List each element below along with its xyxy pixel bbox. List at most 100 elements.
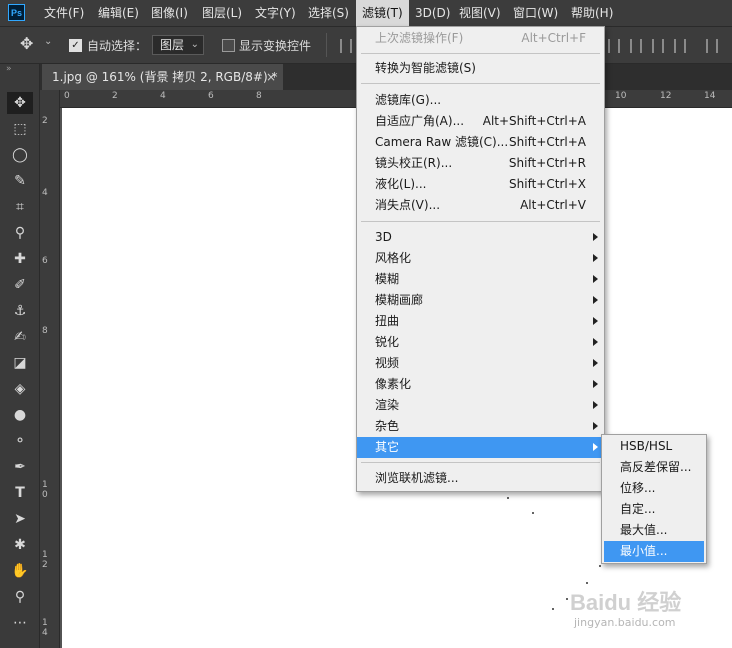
submenu-item-label: 自定... bbox=[620, 502, 656, 516]
ruler-tick-label: 8 bbox=[42, 326, 48, 336]
close-icon[interactable]: × bbox=[264, 64, 278, 90]
menu-view[interactable]: 视图(V) bbox=[453, 0, 507, 26]
menu-item-label: 模糊 bbox=[375, 272, 400, 286]
canvas-speck bbox=[566, 598, 568, 600]
menu-image[interactable]: 图像(I) bbox=[145, 0, 194, 26]
menu-item-liquify[interactable]: 液化(L)... Shift+Ctrl+X bbox=[357, 174, 604, 195]
eraser-tool-icon[interactable]: ◪ bbox=[7, 352, 33, 374]
menu-select[interactable]: 选择(S) bbox=[302, 0, 355, 26]
menu-item-label: 视频 bbox=[375, 356, 400, 370]
menu-item-other[interactable]: 其它 bbox=[357, 437, 604, 458]
align-top-icon[interactable] bbox=[340, 39, 352, 53]
menu-item-browse-online-filters[interactable]: 浏览联机滤镜... bbox=[357, 468, 604, 489]
shape-tool-icon[interactable]: ✱ bbox=[7, 534, 33, 556]
menu-item-sharpen[interactable]: 锐化 bbox=[357, 332, 604, 353]
auto-select-target-select[interactable]: 图层 ⌄ bbox=[152, 35, 204, 55]
align-icon[interactable] bbox=[652, 39, 664, 53]
submenu-arrow-icon bbox=[593, 254, 598, 262]
move-tool-icon[interactable]: ✥ bbox=[20, 34, 33, 53]
menu-item-blur[interactable]: 模糊 bbox=[357, 269, 604, 290]
menu-item-label: 风格化 bbox=[375, 251, 412, 265]
menu-item-stylize[interactable]: 风格化 bbox=[357, 248, 604, 269]
blur-tool-icon[interactable]: ● bbox=[7, 404, 33, 426]
auto-select-checkbox[interactable] bbox=[69, 39, 82, 52]
menu-item-label: 滤镜库(G)... bbox=[375, 93, 442, 107]
eyedropper-tool-icon[interactable]: ⚲ bbox=[7, 222, 33, 244]
submenu-item-hsb-hsl[interactable]: HSB/HSL bbox=[602, 436, 706, 457]
crop-tool-icon[interactable]: ⌗ bbox=[7, 196, 33, 218]
menu-item-distort[interactable]: 扭曲 bbox=[357, 311, 604, 332]
menu-item-3d[interactable]: 3D bbox=[357, 227, 604, 248]
ruler-tick-label: 14 bbox=[42, 618, 48, 638]
hand-tool-icon[interactable]: ✋ bbox=[7, 560, 33, 582]
menu-item-render[interactable]: 渲染 bbox=[357, 395, 604, 416]
menu-item-blur-gallery[interactable]: 模糊画廊 bbox=[357, 290, 604, 311]
menu-separator bbox=[361, 53, 600, 54]
quick-select-tool-icon[interactable]: ✎ bbox=[7, 170, 33, 192]
menu-item-filter-gallery[interactable]: 滤镜库(G)... bbox=[357, 90, 604, 111]
photoshop-logo-icon[interactable]: Ps bbox=[8, 4, 25, 21]
distribute-icon[interactable] bbox=[706, 39, 718, 53]
menu-item-last-filter: 上次滤镜操作(F) Alt+Ctrl+F bbox=[357, 28, 604, 49]
healing-brush-tool-icon[interactable]: ✚ bbox=[7, 248, 33, 270]
submenu-item-high-pass[interactable]: 高反差保留... bbox=[602, 457, 706, 478]
menu-help[interactable]: 帮助(H) bbox=[565, 0, 619, 26]
menu-separator bbox=[361, 462, 600, 463]
move-tool-icon[interactable]: ✥ bbox=[7, 92, 33, 114]
collapse-panel-icon[interactable]: » bbox=[6, 64, 12, 74]
ruler-tick-label: 0 bbox=[64, 91, 70, 101]
document-tab[interactable]: 1.jpg @ 161% (背景 拷贝 2, RGB/8#) * bbox=[42, 64, 283, 90]
menu-item-label: 上次滤镜操作(F) bbox=[375, 31, 464, 45]
paint-bucket-tool-icon[interactable]: ◈ bbox=[7, 378, 33, 400]
submenu-item-offset[interactable]: 位移... bbox=[602, 478, 706, 499]
menu-file[interactable]: 文件(F) bbox=[38, 0, 90, 26]
zoom-tool-icon[interactable]: ⚲ bbox=[7, 586, 33, 608]
type-tool-icon[interactable]: T bbox=[7, 482, 33, 504]
auto-select-target-value: 图层 bbox=[160, 38, 185, 52]
menu-3d[interactable]: 3D(D) bbox=[409, 0, 456, 26]
menu-layer[interactable]: 图层(L) bbox=[196, 0, 248, 26]
watermark-url: jingyan.baidu.com bbox=[574, 616, 676, 629]
path-selection-tool-icon[interactable]: ➤ bbox=[7, 508, 33, 530]
menu-item-label: 消失点(V)... bbox=[375, 198, 441, 212]
more-tools-icon[interactable]: ⋯ bbox=[7, 612, 33, 634]
menu-item-label: 液化(L)... bbox=[375, 177, 427, 191]
history-brush-tool-icon[interactable]: ✍ bbox=[7, 326, 33, 348]
submenu-arrow-icon bbox=[593, 443, 598, 451]
menu-item-video[interactable]: 视频 bbox=[357, 353, 604, 374]
ruler-tick-label: 14 bbox=[704, 91, 716, 101]
menu-item-label: 其它 bbox=[375, 440, 400, 454]
submenu-arrow-icon bbox=[593, 338, 598, 346]
ruler-tick-label: 4 bbox=[160, 91, 166, 101]
menu-item-noise[interactable]: 杂色 bbox=[357, 416, 604, 437]
menu-item-label: 模糊画廊 bbox=[375, 293, 424, 307]
marquee-tool-icon[interactable]: ⬚ bbox=[7, 118, 33, 140]
align-icon[interactable] bbox=[608, 39, 620, 53]
lasso-tool-icon[interactable]: ◯ bbox=[7, 144, 33, 166]
dodge-tool-icon[interactable]: ⚬ bbox=[7, 430, 33, 452]
submenu-item-maximum[interactable]: 最大值... bbox=[602, 520, 706, 541]
watermark-logo: Baidu 经验 bbox=[570, 590, 682, 615]
submenu-item-minimum[interactable]: 最小值... bbox=[604, 541, 704, 562]
brush-tool-icon[interactable]: ✐ bbox=[7, 274, 33, 296]
tool-preset-chevron-icon[interactable]: ⌄ bbox=[44, 36, 52, 47]
show-transform-checkbox[interactable] bbox=[222, 39, 235, 52]
menu-item-lens-correction[interactable]: 镜头校正(R)... Shift+Ctrl+R bbox=[357, 153, 604, 174]
align-icon[interactable] bbox=[630, 39, 642, 53]
menu-item-camera-raw[interactable]: Camera Raw 滤镜(C)... Shift+Ctrl+A bbox=[357, 132, 604, 153]
align-icon[interactable] bbox=[674, 39, 686, 53]
clone-stamp-tool-icon[interactable]: ⚓ bbox=[7, 300, 33, 322]
menu-item-adaptive-wide-angle[interactable]: 自适应广角(A)... Alt+Shift+Ctrl+A bbox=[357, 111, 604, 132]
menu-item-pixelate[interactable]: 像素化 bbox=[357, 374, 604, 395]
menu-edit[interactable]: 编辑(E) bbox=[92, 0, 145, 26]
ruler-tick-label: 12 bbox=[42, 550, 48, 570]
menu-filter[interactable]: 滤镜(T) bbox=[356, 0, 409, 26]
canvas-speck bbox=[586, 582, 588, 584]
menu-type[interactable]: 文字(Y) bbox=[249, 0, 302, 26]
pen-tool-icon[interactable]: ✒ bbox=[7, 456, 33, 478]
menu-window[interactable]: 窗口(W) bbox=[507, 0, 564, 26]
menu-item-convert-smart-filter[interactable]: 转换为智能滤镜(S) bbox=[357, 58, 604, 79]
submenu-item-custom[interactable]: 自定... bbox=[602, 499, 706, 520]
submenu-item-label: 最小值... bbox=[620, 544, 668, 558]
menu-item-vanishing-point[interactable]: 消失点(V)... Alt+Ctrl+V bbox=[357, 195, 604, 216]
